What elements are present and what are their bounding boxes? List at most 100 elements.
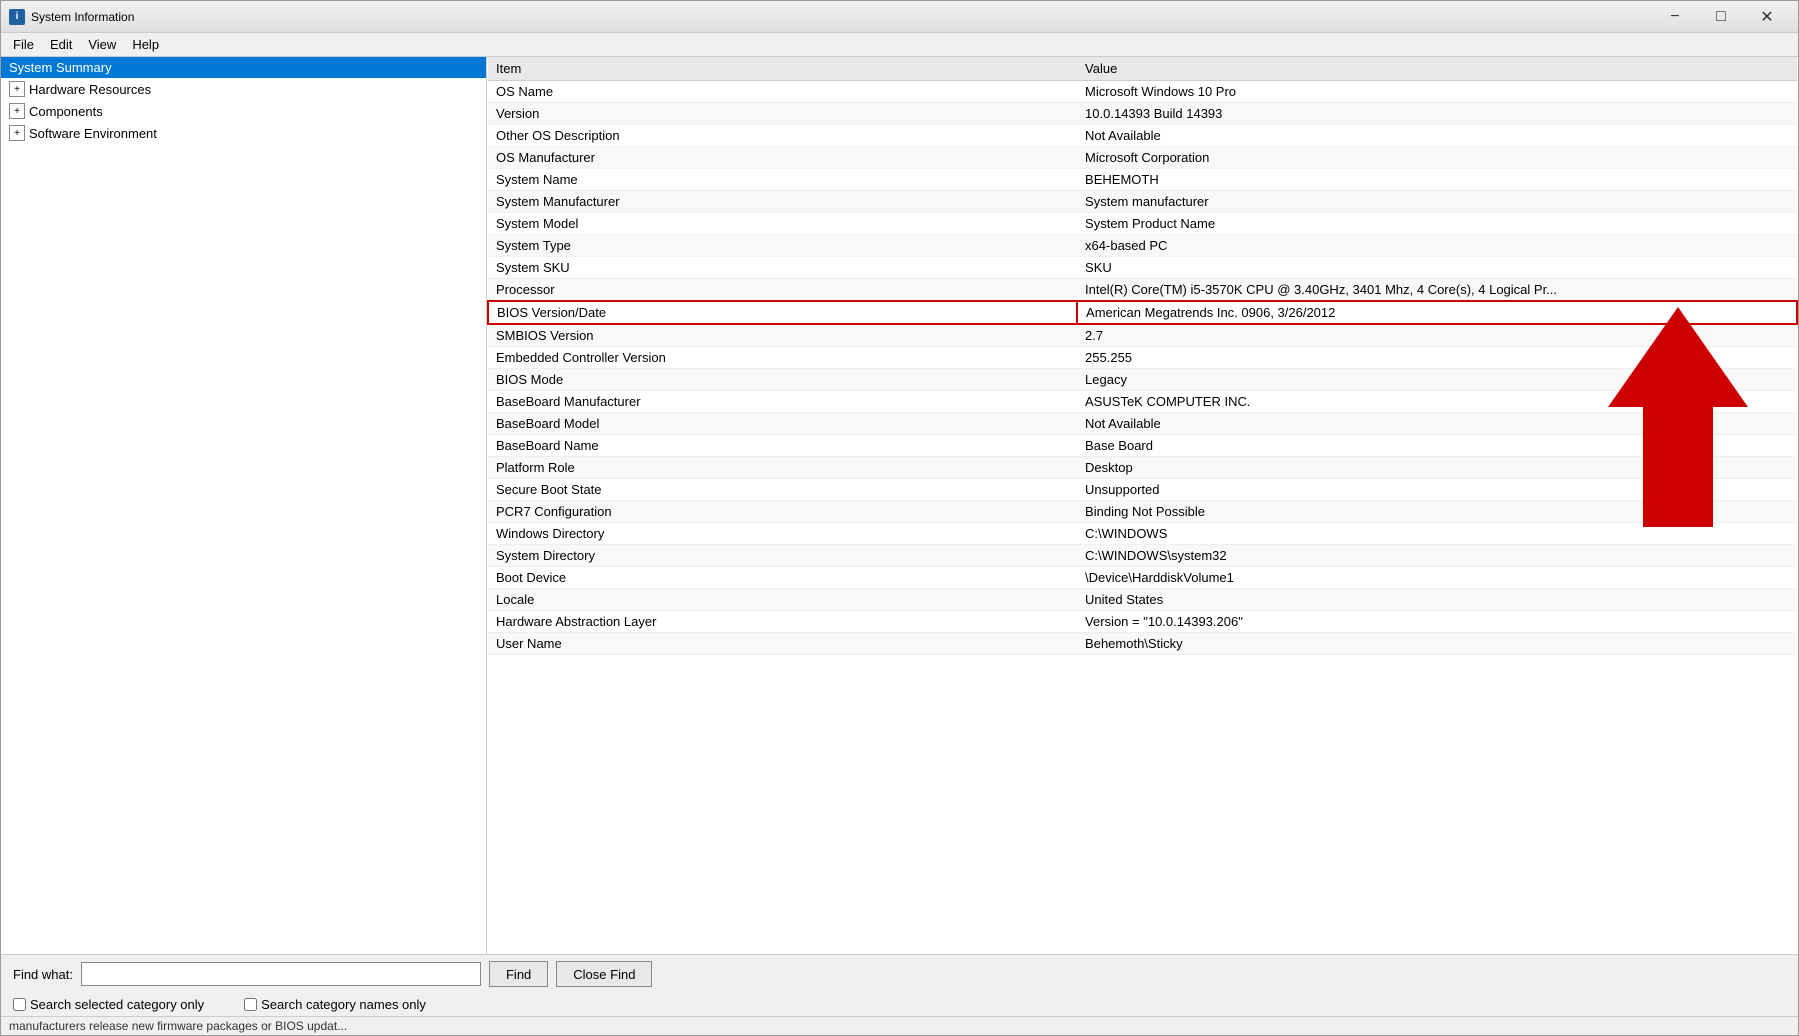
system-summary-label: System Summary — [9, 60, 112, 75]
row-value-cell: C:\WINDOWS\system32 — [1077, 545, 1797, 567]
components-label: Components — [29, 104, 103, 119]
row-value-cell: SKU — [1077, 257, 1797, 279]
row-value-cell: 2.7 — [1077, 324, 1797, 347]
table-row[interactable]: Boot Device\Device\HarddiskVolume1 — [488, 567, 1797, 589]
table-row[interactable]: BIOS Version/DateAmerican Megatrends Inc… — [488, 301, 1797, 324]
sidebar-item-components[interactable]: + Components — [1, 100, 486, 122]
table-row[interactable]: Hardware Abstraction LayerVersion = "10.… — [488, 611, 1797, 633]
row-item-cell: OS Manufacturer — [488, 147, 1077, 169]
row-value-cell: Binding Not Possible — [1077, 501, 1797, 523]
table-row[interactable]: Secure Boot StateUnsupported — [488, 479, 1797, 501]
menu-help[interactable]: Help — [124, 35, 167, 54]
row-item-cell: BaseBoard Manufacturer — [488, 391, 1077, 413]
title-bar: i System Information − □ ✕ — [1, 1, 1798, 33]
sidebar-item-system-summary[interactable]: System Summary — [1, 57, 486, 78]
row-value-cell: Behemoth\Sticky — [1077, 633, 1797, 655]
row-value-cell: \Device\HarddiskVolume1 — [1077, 567, 1797, 589]
row-item-cell: System Model — [488, 213, 1077, 235]
search-names-checkbox[interactable] — [244, 998, 257, 1011]
find-label: Find what: — [13, 967, 73, 982]
row-value-cell: ASUSTeK COMPUTER INC. — [1077, 391, 1797, 413]
row-value-cell: American Megatrends Inc. 0906, 3/26/2012 — [1077, 301, 1797, 324]
row-item-cell: System Directory — [488, 545, 1077, 567]
expand-software-icon[interactable]: + — [9, 125, 25, 141]
search-category-checkbox-label: Search selected category only — [13, 997, 204, 1012]
row-value-cell: Version = "10.0.14393.206" — [1077, 611, 1797, 633]
find-input[interactable] — [81, 962, 481, 986]
status-text: manufacturers release new firmware packa… — [9, 1019, 347, 1033]
row-value-cell: 255.255 — [1077, 347, 1797, 369]
row-item-cell: System Name — [488, 169, 1077, 191]
menu-bar: File Edit View Help — [1, 33, 1798, 57]
menu-view[interactable]: View — [80, 35, 124, 54]
app-icon: i — [9, 9, 25, 25]
sidebar-item-hardware-resources[interactable]: + Hardware Resources — [1, 78, 486, 100]
row-item-cell: BIOS Mode — [488, 369, 1077, 391]
find-bar-container: Find what: Find Close Find Search select… — [1, 954, 1798, 1016]
row-item-cell: Locale — [488, 589, 1077, 611]
main-content: System Summary + Hardware Resources + Co… — [1, 57, 1798, 954]
table-row[interactable]: OS ManufacturerMicrosoft Corporation — [488, 147, 1797, 169]
window-title: System Information — [31, 10, 1652, 24]
row-value-cell: C:\WINDOWS — [1077, 523, 1797, 545]
table-row[interactable]: Other OS DescriptionNot Available — [488, 125, 1797, 147]
search-category-checkbox[interactable] — [13, 998, 26, 1011]
table-row[interactable]: BaseBoard NameBase Board — [488, 435, 1797, 457]
table-row[interactable]: BaseBoard ModelNot Available — [488, 413, 1797, 435]
row-item-cell: PCR7 Configuration — [488, 501, 1077, 523]
main-window: i System Information − □ ✕ File Edit Vie… — [0, 0, 1799, 1036]
sidebar-item-software-environment[interactable]: + Software Environment — [1, 122, 486, 144]
software-environment-label: Software Environment — [29, 126, 157, 141]
maximize-button[interactable]: □ — [1698, 2, 1744, 32]
table-row[interactable]: Platform RoleDesktop — [488, 457, 1797, 479]
table-row[interactable]: System ModelSystem Product Name — [488, 213, 1797, 235]
table-row[interactable]: PCR7 ConfigurationBinding Not Possible — [488, 501, 1797, 523]
find-options: Search selected category only Search cat… — [1, 993, 1798, 1016]
row-item-cell: Boot Device — [488, 567, 1077, 589]
row-value-cell: Not Available — [1077, 125, 1797, 147]
menu-file[interactable]: File — [5, 35, 42, 54]
row-item-cell: SMBIOS Version — [488, 324, 1077, 347]
minimize-button[interactable]: − — [1652, 2, 1698, 32]
col-header-value: Value — [1077, 57, 1797, 81]
table-row[interactable]: System ManufacturerSystem manufacturer — [488, 191, 1797, 213]
table-row[interactable]: System DirectoryC:\WINDOWS\system32 — [488, 545, 1797, 567]
sidebar: System Summary + Hardware Resources + Co… — [1, 57, 487, 954]
table-row[interactable]: LocaleUnited States — [488, 589, 1797, 611]
find-button[interactable]: Find — [489, 961, 548, 987]
row-item-cell: System SKU — [488, 257, 1077, 279]
close-find-button[interactable]: Close Find — [556, 961, 652, 987]
row-value-cell: Intel(R) Core(TM) i5-3570K CPU @ 3.40GHz… — [1077, 279, 1797, 302]
expand-components-icon[interactable]: + — [9, 103, 25, 119]
table-row[interactable]: Embedded Controller Version255.255 — [488, 347, 1797, 369]
row-item-cell: User Name — [488, 633, 1077, 655]
row-item-cell: Windows Directory — [488, 523, 1077, 545]
expand-hardware-icon[interactable]: + — [9, 81, 25, 97]
search-names-label: Search category names only — [261, 997, 426, 1012]
row-item-cell: System Type — [488, 235, 1077, 257]
row-item-cell: Embedded Controller Version — [488, 347, 1077, 369]
table-row[interactable]: BIOS ModeLegacy — [488, 369, 1797, 391]
table-row[interactable]: User NameBehemoth\Sticky — [488, 633, 1797, 655]
row-value-cell: System manufacturer — [1077, 191, 1797, 213]
row-value-cell: Base Board — [1077, 435, 1797, 457]
table-row[interactable]: OS NameMicrosoft Windows 10 Pro — [488, 81, 1797, 103]
row-item-cell: Other OS Description — [488, 125, 1077, 147]
table-row[interactable]: Version10.0.14393 Build 14393 — [488, 103, 1797, 125]
menu-edit[interactable]: Edit — [42, 35, 80, 54]
table-row[interactable]: System SKUSKU — [488, 257, 1797, 279]
row-item-cell: Platform Role — [488, 457, 1077, 479]
row-item-cell: Hardware Abstraction Layer — [488, 611, 1077, 633]
table-row[interactable]: ProcessorIntel(R) Core(TM) i5-3570K CPU … — [488, 279, 1797, 302]
row-value-cell: Microsoft Windows 10 Pro — [1077, 81, 1797, 103]
close-button[interactable]: ✕ — [1744, 2, 1790, 32]
table-row[interactable]: System NameBEHEMOTH — [488, 169, 1797, 191]
table-row[interactable]: Windows DirectoryC:\WINDOWS — [488, 523, 1797, 545]
table-row[interactable]: SMBIOS Version2.7 — [488, 324, 1797, 347]
table-row[interactable]: System Typex64-based PC — [488, 235, 1797, 257]
row-value-cell: Legacy — [1077, 369, 1797, 391]
table-row[interactable]: BaseBoard ManufacturerASUSTeK COMPUTER I… — [488, 391, 1797, 413]
search-category-label: Search selected category only — [30, 997, 204, 1012]
row-value-cell: x64-based PC — [1077, 235, 1797, 257]
row-value-cell: System Product Name — [1077, 213, 1797, 235]
